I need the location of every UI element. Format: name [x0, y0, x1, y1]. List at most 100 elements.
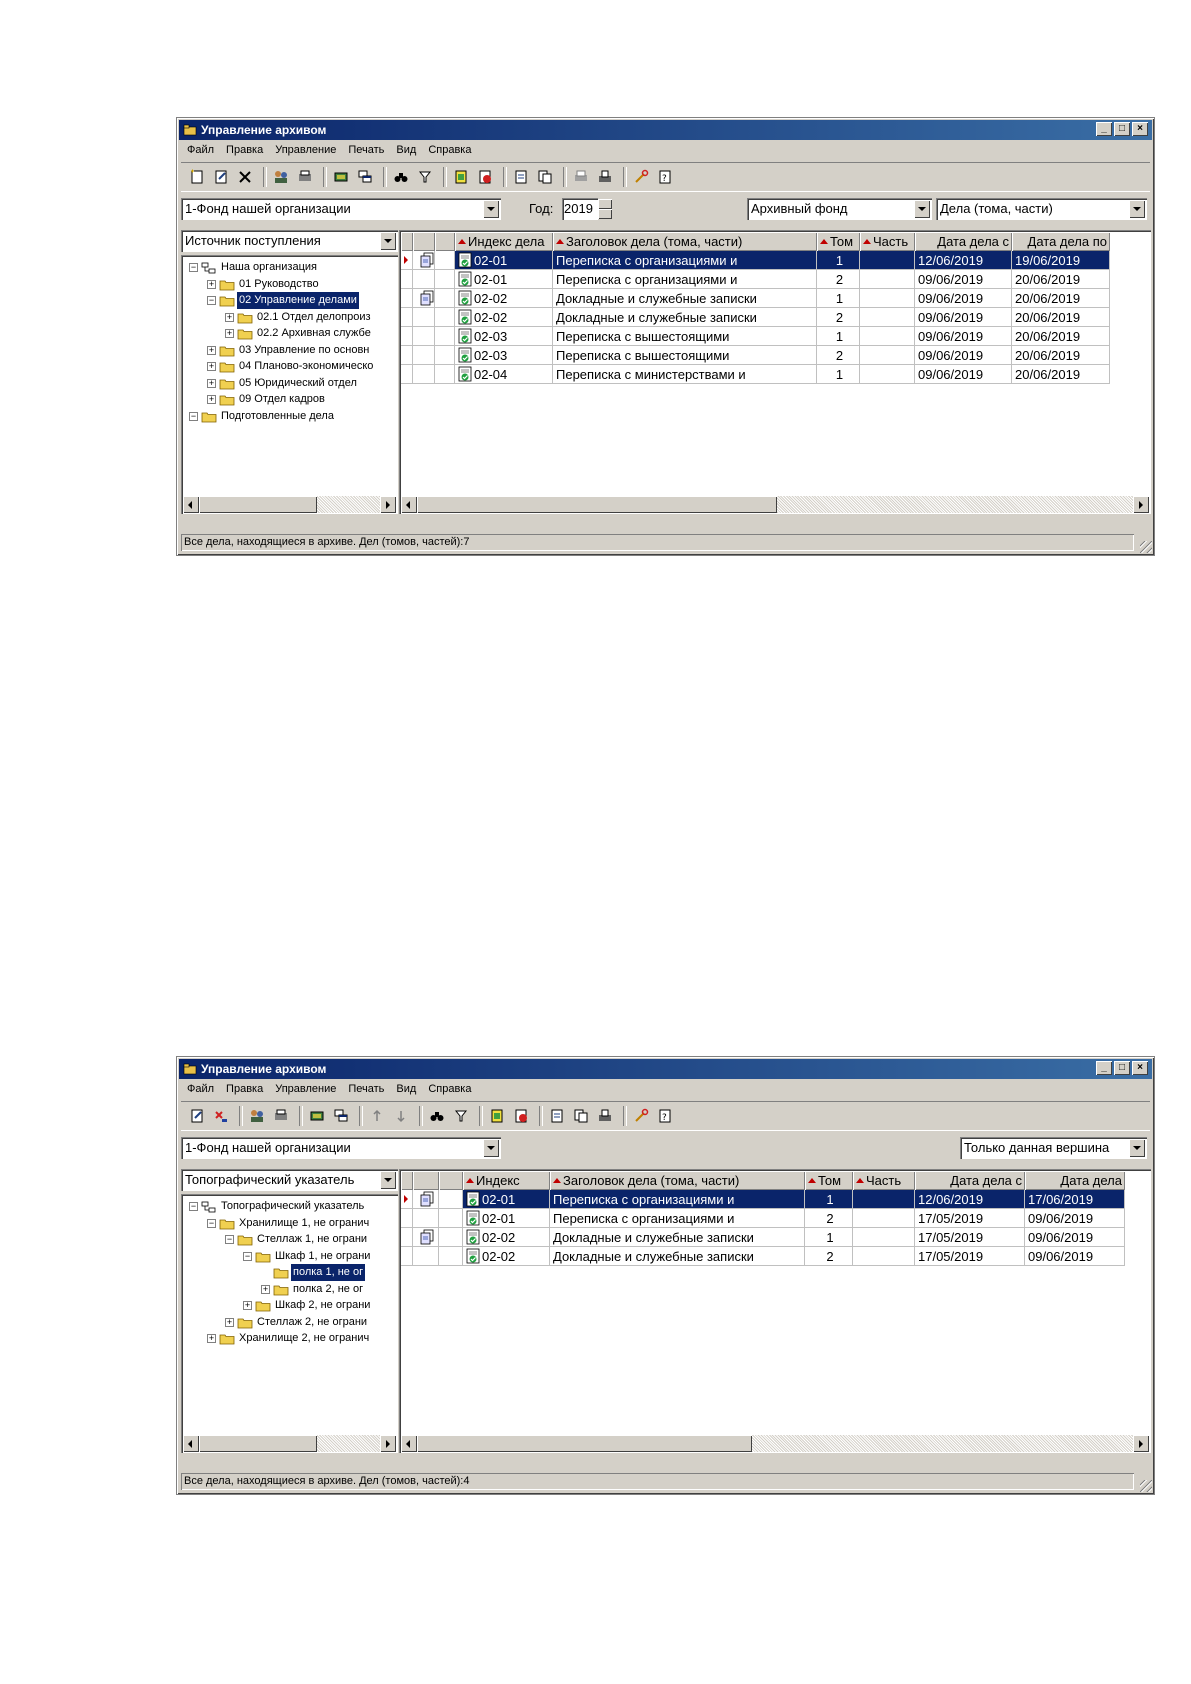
expand-icon[interactable]: +: [225, 312, 234, 322]
chevron-down-icon[interactable]: [1129, 1139, 1145, 1157]
copy-icon[interactable]: [571, 1106, 591, 1126]
collapse-icon[interactable]: −: [243, 1251, 252, 1261]
column-header-date-from[interactable]: Дата дела с: [915, 232, 1012, 251]
spin-up-button[interactable]: [598, 199, 612, 209]
print-icon[interactable]: [571, 167, 591, 187]
tree-horizontal-scrollbar[interactable]: [183, 496, 396, 513]
tree-node[interactable]: − Стеллаж 1, не ограни: [181, 1231, 398, 1248]
fund-select[interactable]: 1-Фонд нашей организации: [181, 198, 501, 220]
menu-help[interactable]: Справка: [422, 141, 477, 159]
printer-queue-icon[interactable]: [295, 167, 315, 187]
fund-select[interactable]: 1-Фонд нашей организации: [181, 1137, 501, 1159]
year-spinner[interactable]: [598, 199, 612, 219]
column-header-blank[interactable]: [401, 232, 413, 251]
table-row[interactable]: 02-02 Докладные и служебные записки 1 09/06…: [399, 289, 1151, 308]
column-header-blank[interactable]: [401, 1171, 413, 1190]
close-case-icon[interactable]: [511, 1106, 531, 1126]
chevron-down-icon[interactable]: [380, 232, 396, 250]
tree-node[interactable]: − Наша организация: [181, 259, 398, 276]
menu-view[interactable]: Вид: [390, 1080, 422, 1098]
column-header-part[interactable]: Часть: [853, 1171, 915, 1190]
table-row[interactable]: 02-02 Докладные и служебные записки 2 17/05…: [399, 1247, 1151, 1266]
help-icon[interactable]: ?: [655, 1106, 675, 1126]
windows-icon[interactable]: [355, 167, 375, 187]
users-icon[interactable]: [247, 1106, 267, 1126]
tree-mode-select[interactable]: Источник поступления: [181, 230, 398, 252]
scroll-thumb[interactable]: [199, 496, 317, 513]
tree-node[interactable]: +02.1 Отдел делопроиз: [181, 309, 398, 326]
minimize-button[interactable]: _: [1096, 1061, 1112, 1075]
chevron-down-icon[interactable]: [483, 200, 499, 218]
print-setup-icon[interactable]: [595, 1106, 615, 1126]
cases-select[interactable]: Дела (тома, части): [936, 198, 1147, 220]
close-button[interactable]: ×: [1132, 122, 1148, 136]
tree-node[interactable]: − Топографический указатель: [181, 1198, 398, 1215]
expand-icon[interactable]: +: [243, 1301, 252, 1310]
maximize-button[interactable]: □: [1114, 1061, 1130, 1075]
menu-edit[interactable]: Правка: [220, 1080, 269, 1098]
scroll-thumb[interactable]: [417, 1435, 752, 1452]
chevron-down-icon[interactable]: [1129, 200, 1145, 218]
scroll-left-button[interactable]: [401, 1435, 417, 1452]
tree-mode-select[interactable]: Топографический указатель: [181, 1169, 398, 1191]
scroll-left-button[interactable]: [401, 496, 417, 513]
chevron-down-icon[interactable]: [483, 1139, 499, 1157]
table-row[interactable]: 02-01 Переписка с организациями и 2 17/05/2…: [399, 1209, 1151, 1228]
table-row[interactable]: 02-03 Переписка с вышестоящими 1 09/06/2019…: [399, 327, 1151, 346]
column-header-index[interactable]: Индекс дела: [455, 232, 553, 251]
table-row[interactable]: 02-02 Докладные и служебные записки 1 17/05…: [399, 1228, 1151, 1247]
table-row[interactable]: 02-03 Переписка с вышестоящими 2 09/06/2019…: [399, 346, 1151, 365]
column-header-blank[interactable]: [435, 232, 455, 251]
tree-node[interactable]: − Подготовленные дела: [181, 408, 398, 425]
column-header-title[interactable]: Заголовок дела (тома, части): [550, 1171, 805, 1190]
menu-file[interactable]: Файл: [181, 1080, 220, 1098]
tree-node[interactable]: +01 Руководство: [181, 276, 398, 293]
collapse-icon[interactable]: −: [225, 1235, 234, 1244]
source-tree[interactable]: − Наша организация +01 Руководство − 02 Упра…: [181, 255, 398, 514]
expand-icon[interactable]: +: [225, 329, 234, 338]
card-icon[interactable]: [331, 167, 351, 187]
binoculars-icon[interactable]: [391, 167, 411, 187]
copy-icon[interactable]: [535, 167, 555, 187]
print-setup-icon[interactable]: [595, 167, 615, 187]
tree-node[interactable]: +09 Отдел кадров: [181, 391, 398, 408]
scroll-thumb[interactable]: [199, 1435, 317, 1452]
column-header-title[interactable]: Заголовок дела (тома, части): [553, 232, 817, 251]
column-header-date-from[interactable]: Дата дела с: [915, 1171, 1025, 1190]
tree-node[interactable]: − Хранилище 1, не огранич: [181, 1215, 398, 1232]
menu-help[interactable]: Справка: [422, 1080, 477, 1098]
scroll-right-button[interactable]: [380, 1435, 396, 1452]
resize-grip[interactable]: [1140, 541, 1152, 553]
table-row[interactable]: 02-02 Докладные и служебные записки 2 09/06…: [399, 308, 1151, 327]
tree-node[interactable]: + полка 2, не ог: [181, 1281, 398, 1298]
expand-icon[interactable]: +: [207, 279, 216, 289]
column-header-date-to[interactable]: Дата дела по: [1012, 232, 1110, 251]
tree-node[interactable]: − Шкаф 1, не ограни: [181, 1248, 398, 1265]
collapse-icon[interactable]: −: [207, 1218, 216, 1228]
expand-icon[interactable]: +: [207, 395, 216, 404]
resize-grip[interactable]: [1140, 1480, 1152, 1492]
new-case-icon[interactable]: [187, 167, 207, 187]
grid-horizontal-scrollbar[interactable]: [401, 1435, 1149, 1452]
binoculars-icon[interactable]: [427, 1106, 447, 1126]
menu-print[interactable]: Печать: [342, 1080, 390, 1098]
close-case-icon[interactable]: [475, 167, 495, 187]
maximize-button[interactable]: □: [1114, 122, 1130, 136]
scope-select[interactable]: Только данная вершина: [960, 1137, 1147, 1159]
tools-icon[interactable]: [631, 167, 651, 187]
tree-node[interactable]: + Хранилище 2, не огранич: [181, 1330, 398, 1347]
close-button[interactable]: ×: [1132, 1061, 1148, 1075]
report-icon[interactable]: [547, 1106, 567, 1126]
printer-queue-icon[interactable]: [271, 1106, 291, 1126]
help-icon[interactable]: ?: [655, 167, 675, 187]
tree-node[interactable]: +02.2 Архивная службе: [181, 325, 398, 342]
fund-type-select[interactable]: Архивный фонд: [747, 198, 932, 220]
menu-print[interactable]: Печать: [342, 141, 390, 159]
column-header-part[interactable]: Часть: [860, 232, 915, 251]
title-bar[interactable]: Управление архивом _ □ ×: [179, 1059, 1152, 1079]
tree-node[interactable]: − 02 Управление делами: [181, 291, 398, 310]
delete-icon[interactable]: [235, 167, 255, 187]
column-header-tom[interactable]: Том: [805, 1171, 853, 1190]
users-icon[interactable]: [271, 167, 291, 187]
menu-edit[interactable]: Правка: [220, 141, 269, 159]
